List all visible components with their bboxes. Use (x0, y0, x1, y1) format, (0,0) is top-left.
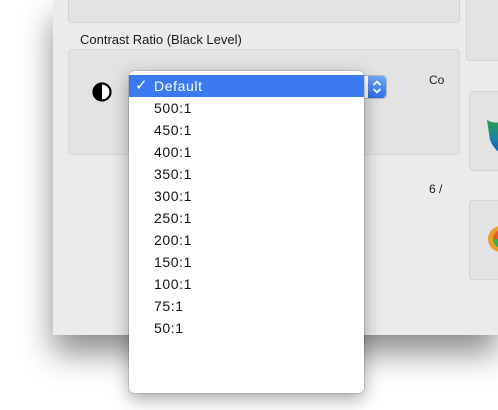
menu-item-label: 250:1 (154, 210, 193, 226)
menu-item-label: 450:1 (154, 122, 193, 138)
menu-item-50-1[interactable]: 50:1 (129, 317, 364, 339)
menu-item-150-1[interactable]: 150:1 (129, 251, 364, 273)
menu-item-250-1[interactable]: 250:1 (129, 207, 364, 229)
menu-item-label: 100:1 (154, 276, 193, 292)
contrast-icon (92, 82, 112, 102)
top-right-group-box (466, 0, 498, 61)
menu-item-300-1[interactable]: 300:1 (129, 185, 364, 207)
section-title: Contrast Ratio (Black Level) (80, 32, 242, 47)
color-wheel-thumbnail (488, 226, 498, 252)
menu-item-400-1[interactable]: 400:1 (129, 141, 364, 163)
menu-item-default[interactable]: ✓ Default (129, 75, 364, 97)
menu-item-label: 300:1 (154, 188, 193, 204)
menu-item-200-1[interactable]: 200:1 (129, 229, 364, 251)
menu-item-label: 75:1 (154, 298, 184, 314)
menu-item-label: 150:1 (154, 254, 193, 270)
menu-item-500-1[interactable]: 500:1 (129, 97, 364, 119)
menu-item-label: 200:1 (154, 232, 193, 248)
gamut-thumbnail (487, 120, 498, 152)
menu-item-label: Default (154, 78, 203, 94)
menu-item-label: 50:1 (154, 320, 184, 336)
menu-item-75-1[interactable]: 75:1 (129, 295, 364, 317)
menu-item-350-1[interactable]: 350:1 (129, 163, 364, 185)
contrast-ratio-menu: ✓ Default 500:1 450:1 400:1 350:1 300:1 … (129, 71, 364, 393)
right-section-label-1: Co (429, 73, 445, 87)
right-section-label-2: 6 / (429, 182, 443, 196)
popup-stepper-icon[interactable] (368, 76, 386, 98)
menu-item-label: 500:1 (154, 100, 193, 116)
menu-item-450-1[interactable]: 450:1 (129, 119, 364, 141)
top-group-box (68, 0, 460, 23)
menu-item-100-1[interactable]: 100:1 (129, 273, 364, 295)
menu-item-label: 350:1 (154, 166, 193, 182)
menu-item-label: 400:1 (154, 144, 193, 160)
check-mark-icon: ✓ (135, 77, 149, 94)
